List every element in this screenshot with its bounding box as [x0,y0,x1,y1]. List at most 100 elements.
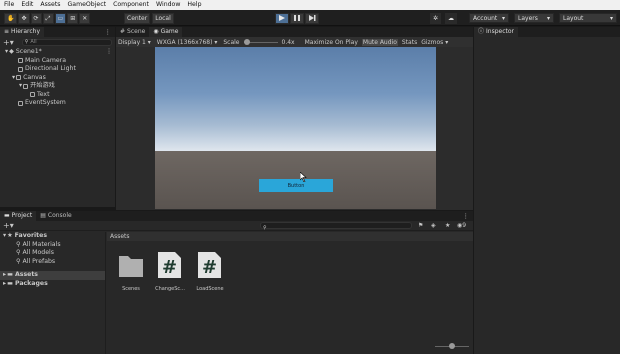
favorites-row[interactable]: ▾ ★ Favorites [0,232,105,241]
tab-scene[interactable]: # Scene [116,27,149,37]
favorite-item[interactable]: ⚲ All Materials [0,241,105,250]
rotate-tool-icon[interactable]: ⟳ [30,13,42,24]
move-tool-icon[interactable]: ✥ [18,13,30,24]
tab-inspector[interactable]: ⓘ Inspector [474,27,519,37]
layout-dropdown[interactable]: Layout ▾ [559,13,617,23]
star-icon[interactable]: ★ [445,222,450,229]
kebab-menu-icon[interactable]: ⋮ [106,48,112,57]
hierarchy-item-label: 开始游戏 [30,82,55,89]
kebab-menu-icon[interactable]: ⋮ [463,212,470,220]
transform-tool-icon[interactable]: ⊞ [67,13,79,24]
stats-toggle[interactable]: Stats [402,39,417,46]
layers-dropdown[interactable]: Layers ▾ [514,13,554,23]
search-icon: ⚲ [16,240,21,248]
hierarchy-item-start-button[interactable]: ▾ 开始游戏 [0,82,115,91]
custom-tool-icon[interactable]: ✕ [79,13,91,24]
gizmos-dropdown[interactable]: Gizmos ▾ [421,39,448,46]
project-search-input[interactable]: ⚲ [260,222,412,231]
menu-help[interactable]: Help [187,0,201,10]
hierarchy-item-eventsystem[interactable]: EventSystem [0,99,115,108]
tab-game[interactable]: ◉ Game [149,27,183,37]
hand-tool-icon[interactable]: ✋ [4,13,18,24]
pivot-local-button[interactable]: Local [152,13,174,24]
list-icon: ≡ [4,28,10,35]
step-button[interactable] [305,12,319,24]
account-label: Account [473,14,498,22]
hierarchy-toolbar: +▾ ⚲ All [0,37,115,47]
hierarchy-item-canvas[interactable]: ▾ Canvas [0,74,115,83]
scale-slider-handle[interactable] [243,39,250,45]
tab-hierarchy[interactable]: ≡ Hierarchy [0,27,45,37]
svg-text:#: # [162,257,177,278]
asset-item-loadscene[interactable]: # LoadScene [191,250,229,300]
icon-size-slider-handle[interactable] [449,343,455,349]
gameobject-icon [30,92,35,98]
game-viewport[interactable]: Button [155,47,436,209]
project-tabbar: ▬ Project ▤ Console ⋮ [0,211,473,221]
asset-item-scenes[interactable]: Scenes [113,250,149,300]
menu-edit[interactable]: Edit [21,0,33,10]
display-dropdown[interactable]: Display 1 ▾ [118,39,151,46]
folder-icon: ▬ [7,279,13,287]
pause-button[interactable] [290,12,304,24]
maximize-on-play-toggle[interactable]: Maximize On Play [305,39,358,46]
menu-window[interactable]: Window [156,0,180,10]
expand-arrow-icon: ▸ [3,279,7,287]
cloud-icon[interactable]: ☁ [445,13,458,24]
hierarchy-item-label: EventSystem [25,99,66,106]
main-toolbar: ✋ ✥ ⟳ ⤢ ▭ ⊞ ✕ Center Local ✲ ☁ Account ▾ … [0,10,620,26]
tab-console[interactable]: ▤ Console [36,211,76,221]
gameobject-icon [18,100,23,106]
tag-icon[interactable]: ◈ [431,222,436,229]
menu-gameobject[interactable]: GameObject [67,0,106,10]
menu-file[interactable]: File [4,0,14,10]
collab-icon[interactable]: ✲ [430,13,442,24]
asset-labels-icon[interactable]: ⚑ [418,222,423,229]
menu-assets[interactable]: Assets [40,0,60,10]
chevron-down-icon: ▾ [609,14,613,22]
pivot-center-label: Center [127,15,148,22]
hierarchy-item-main-camera[interactable]: Main Camera [0,57,115,66]
favorite-item-label: All Prefabs [22,257,56,265]
favorite-item[interactable]: ⚲ All Models [0,249,105,258]
asset-browser: Assets Scenes # ChangeSc... # LoadScene [107,232,473,354]
icon-size-slider[interactable] [435,342,469,350]
game-tabbar: # Scene ◉ Game [116,27,473,37]
breadcrumb: Assets [107,232,473,241]
hierarchy-search-input[interactable]: ⚲ All [21,38,112,46]
packages-folder-row[interactable]: ▸ ▬ Packages [0,280,105,289]
add-icon[interactable]: +▾ [3,221,14,230]
asset-item-label: ChangeSc... [155,286,185,292]
assets-folder-row[interactable]: ▸ ▬ Assets [0,271,105,280]
ui-start-button[interactable]: Button [259,179,333,192]
favorite-item[interactable]: ⚲ All Prefabs [0,258,105,267]
tab-project[interactable]: ▬ Project [0,211,37,221]
account-dropdown[interactable]: Account ▾ [469,13,509,23]
display-label: Display 1 [118,38,146,46]
pivot-center-button[interactable]: Center [124,13,151,24]
scale-slider[interactable] [243,38,278,46]
kebab-menu-icon[interactable]: ⋮ [105,28,112,36]
resolution-dropdown[interactable]: WXGA (1366x768) ▾ [157,39,218,46]
star-icon: ★ [7,232,13,239]
scale-value: 0.4x [281,38,295,46]
expand-arrow-icon: ▾ [12,73,16,81]
hierarchy-item-text[interactable]: Text [0,91,115,100]
info-icon: ⓘ [478,28,485,35]
breadcrumb-assets[interactable]: Assets [110,233,130,240]
scene-root-row[interactable]: ▾ ◆ Scene1* ⋮ [0,48,115,57]
hierarchy-item-directional-light[interactable]: Directional Light [0,65,115,74]
scale-tool-icon[interactable]: ⤢ [42,13,54,24]
hidden-packages-icon[interactable]: ◉9 [457,222,466,229]
asset-item-changescene[interactable]: # ChangeSc... [151,250,189,300]
favorites-label: Favorites [14,232,48,239]
search-icon: ⚲ [16,249,21,256]
favorite-item-label: All Materials [22,240,61,248]
play-button[interactable] [275,12,289,24]
add-icon[interactable]: +▾ [3,38,14,47]
menu-component[interactable]: Component [113,0,149,10]
layout-label: Layout [563,14,584,22]
resolution-label: WXGA (1366x768) [156,38,213,46]
rect-tool-icon[interactable]: ▭ [54,13,67,24]
mute-audio-toggle[interactable]: Mute Audio [361,38,398,46]
